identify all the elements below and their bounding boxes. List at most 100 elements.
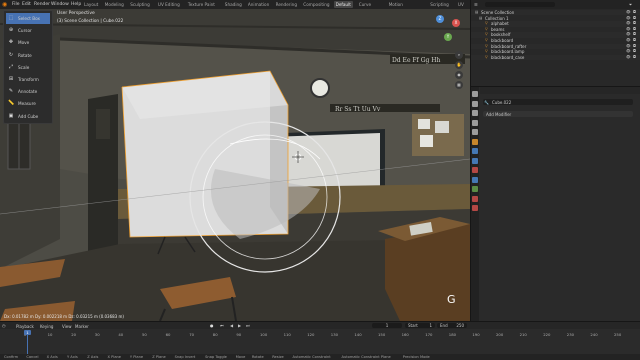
visibility-eye-icon[interactable]: 👁 xyxy=(626,55,631,60)
3d-viewport[interactable]: Rr Ss Tt Uu Vv Dd Ee Ff Gg Hh User Persp… xyxy=(0,9,470,321)
tab-scripting[interactable]: Scripting xyxy=(428,1,451,8)
render-camera-icon[interactable]: ◘ xyxy=(633,10,636,15)
tool-annotate[interactable]: ✎ Annotate xyxy=(6,86,50,97)
properties-tab-object-icon[interactable] xyxy=(472,138,478,145)
menu-help[interactable]: Help xyxy=(71,2,81,7)
visibility-eye-icon[interactable]: 👁 xyxy=(626,38,631,43)
blender-logo-icon[interactable]: ◉ xyxy=(2,1,9,8)
properties-tab-modifiers-icon[interactable] xyxy=(472,148,478,154)
outliner-row[interactable]: ▽ blackboard 👁 ◘ xyxy=(471,38,640,43)
tool-add-cube[interactable]: ▣ Add Cube xyxy=(6,111,50,122)
tab-uv-editing[interactable]: UV Editing xyxy=(156,1,182,8)
tool-label: Transform xyxy=(18,77,39,82)
timeline-ruler[interactable]: 0102030405060708090100110120130140150160… xyxy=(0,322,640,355)
timeline-tick-label: 70 xyxy=(189,332,195,337)
tab-rendering[interactable]: Rendering xyxy=(274,1,299,8)
properties-tab-tool-icon[interactable] xyxy=(472,91,478,97)
visibility-eye-icon[interactable]: 👁 xyxy=(626,10,631,15)
render-camera-icon[interactable]: ◘ xyxy=(633,44,636,49)
render-camera-icon[interactable]: ◘ xyxy=(633,32,636,37)
tool-rotate[interactable]: ↻ Rotate xyxy=(6,50,50,61)
visibility-eye-icon[interactable]: 👁 xyxy=(626,27,631,32)
tab-sculpting[interactable]: Sculpting xyxy=(128,1,152,8)
properties-tab-material-icon[interactable] xyxy=(472,195,478,202)
outliner-row[interactable]: ▽ alphabet 👁 ◘ xyxy=(471,21,640,27)
filter-icon[interactable]: ⏷ xyxy=(629,2,632,7)
timeline-tick-label: 200 xyxy=(496,332,504,337)
timeline-tick-label: 80 xyxy=(212,332,218,337)
menu-window[interactable]: Window xyxy=(51,2,69,7)
pan-hand-icon[interactable]: ✋ xyxy=(455,61,463,69)
tab-texture-paint[interactable]: Texture Paint xyxy=(186,1,217,8)
add-modifier-label: Add Modifier xyxy=(486,112,512,117)
properties-tab-data-icon[interactable] xyxy=(472,186,478,192)
render-camera-icon[interactable]: ◘ xyxy=(633,38,636,43)
properties-tab-texture-icon[interactable] xyxy=(472,205,478,211)
outliner-row[interactable]: ▽ blackboard_case 👁 ◘ xyxy=(471,54,640,61)
tab-motion-tracking[interactable]: Motion Tracking xyxy=(387,1,408,14)
menu-file[interactable]: File xyxy=(12,2,20,7)
menu-render[interactable]: Render xyxy=(34,2,50,7)
outliner-row[interactable]: ▽ blackboard.lamp 👁 ◘ xyxy=(471,49,640,54)
render-camera-icon[interactable]: ◘ xyxy=(633,21,636,26)
zoom-icon[interactable]: ⌕ xyxy=(455,51,463,59)
svg-text:Rr Ss Tt Uu Vv: Rr Ss Tt Uu Vv xyxy=(335,106,381,113)
tab-shading[interactable]: Shading xyxy=(223,1,244,8)
properties-tab-constraints-icon[interactable] xyxy=(472,176,478,183)
tab-animation[interactable]: Animation xyxy=(246,1,271,8)
tab-modeling[interactable]: Modeling xyxy=(103,1,126,8)
tool-measure[interactable]: 📏 Measure xyxy=(6,98,50,109)
tool-transform[interactable]: ⊞ Transform xyxy=(6,74,50,85)
timeline-tick-label: 140 xyxy=(354,332,362,337)
tool-cursor[interactable]: ⊕ Cursor xyxy=(6,25,50,36)
tool-move[interactable]: ✥ Move xyxy=(6,37,50,48)
add-modifier-button[interactable]: Add Modifier xyxy=(483,111,633,117)
render-camera-icon[interactable]: ◘ xyxy=(633,16,636,21)
timeline-tick-label: 40 xyxy=(118,332,124,337)
timeline-tick-label: 180 xyxy=(448,332,457,337)
tool-scale[interactable]: ⤢ Scale xyxy=(6,62,50,73)
status-hint: Precision Mode xyxy=(402,355,430,359)
properties-tab-render-icon[interactable] xyxy=(472,100,478,107)
timeline-tick-label: 130 xyxy=(330,332,339,337)
render-camera-icon[interactable]: ◘ xyxy=(633,49,636,54)
camera-view-icon[interactable]: ◉ xyxy=(455,71,463,79)
outliner-row[interactable]: ▤ Collection 1 👁 ◘ xyxy=(471,16,640,21)
outliner-row-label: beams xyxy=(491,26,505,32)
visibility-eye-icon[interactable]: 👁 xyxy=(626,32,631,37)
visibility-eye-icon[interactable]: 👁 xyxy=(626,16,631,21)
transform-icon: ⊞ xyxy=(8,76,14,82)
rotate-icon: ↻ xyxy=(8,51,14,58)
tool-select-box[interactable]: ⬚ Select Box xyxy=(6,13,50,24)
perspective-toggle-icon[interactable]: ▦ xyxy=(455,81,463,89)
tab-default[interactable]: Default xyxy=(333,1,353,8)
object-name-field[interactable]: 🔧 Cube.022 xyxy=(483,99,633,105)
menu-edit[interactable]: Edit xyxy=(22,2,31,7)
outliner-editor-icon[interactable]: ☰ xyxy=(474,2,478,7)
outliner-row[interactable]: ▤ Scene Collection 👁 ◘ xyxy=(471,10,640,16)
timeline-tick-label: 150 xyxy=(378,332,386,337)
navigation-gizmo[interactable]: X Z Y xyxy=(430,11,466,47)
timeline-tick-label: 60 xyxy=(165,332,171,337)
outliner-row[interactable]: ▽ bookshelf 👁 ◘ xyxy=(471,32,640,38)
properties-tab-output-icon[interactable] xyxy=(472,110,478,116)
tab-curve-logo[interactable]: Curve Logo xyxy=(357,1,373,14)
tab-layout[interactable]: Layout xyxy=(82,1,100,8)
tab-compositing[interactable]: Compositing xyxy=(301,1,331,8)
collection-icon: ▤ xyxy=(479,15,483,20)
visibility-eye-icon[interactable]: 👁 xyxy=(626,21,631,26)
properties-tab-scene-icon[interactable] xyxy=(472,129,478,135)
render-camera-icon[interactable]: ◘ xyxy=(633,27,636,32)
visibility-eye-icon[interactable]: 👁 xyxy=(626,49,631,54)
properties-header xyxy=(480,87,640,94)
properties-tab-view-layer-icon[interactable] xyxy=(472,119,478,126)
tool-panel: ⬚ Select Box ⊕ Cursor ✥ Move ↻ Rotate ⤢ Scale ⊞ Tra… xyxy=(3,10,53,124)
visibility-eye-icon[interactable]: 👁 xyxy=(626,44,631,49)
timeline-tick-label: 10 xyxy=(47,332,53,337)
outliner-row[interactable]: ▽ blackboard_rafter 👁 ◘ xyxy=(471,43,640,49)
outliner-search-input[interactable] xyxy=(485,1,555,7)
outliner-row[interactable]: ▽ beams 👁 ◘ xyxy=(471,27,640,32)
render-camera-icon[interactable]: ◘ xyxy=(633,55,636,60)
properties-tab-particles-icon[interactable] xyxy=(472,157,478,164)
properties-tab-physics-icon[interactable] xyxy=(472,167,478,173)
